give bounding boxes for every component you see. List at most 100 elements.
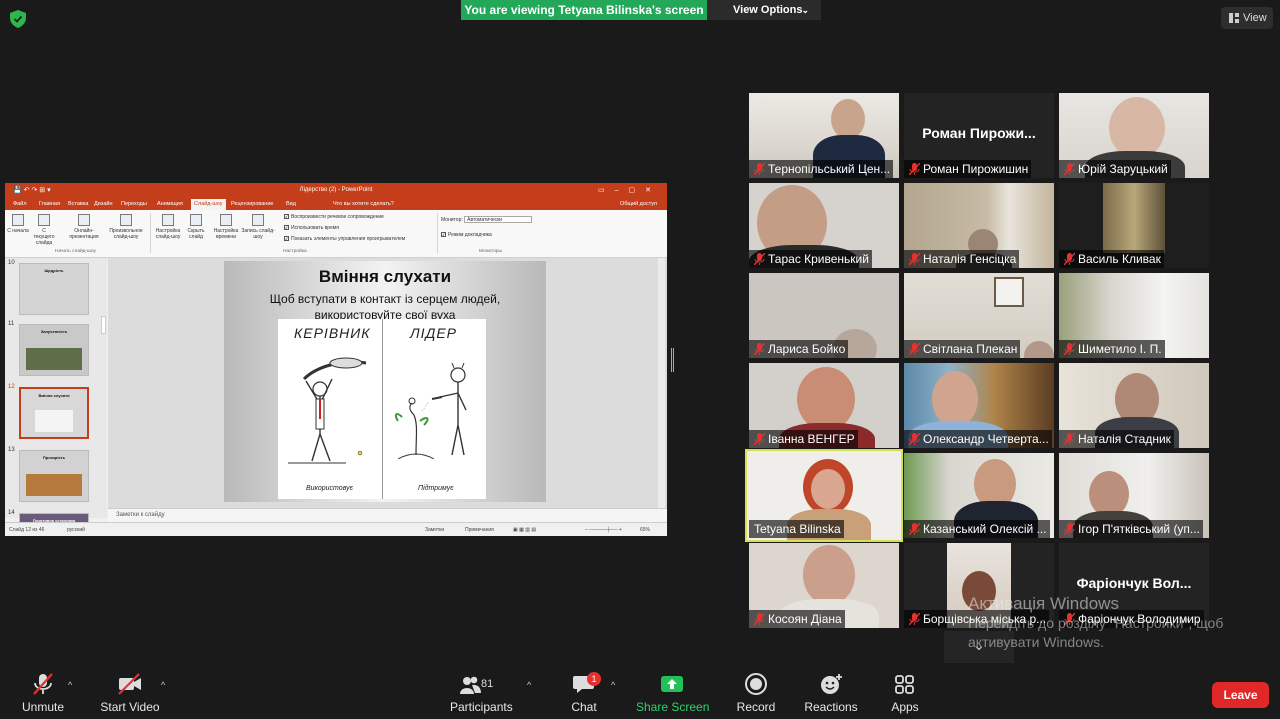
mic-muted-icon [1064, 523, 1075, 535]
rehearse-timings-button[interactable]: Настройка времени [211, 214, 241, 240]
participant-name-label: Тарас Кривенький [749, 250, 872, 268]
slide-thumbnails-pane[interactable]: 10 Щедрість 11 Залученність 12 Вміння сл… [5, 258, 107, 536]
current-slide[interactable]: Вміння слухати Щоб вступати в контакт із… [224, 261, 546, 502]
slide-notes-field[interactable]: Заметки к слайду [108, 508, 667, 522]
participant-tile[interactable]: Лариса Бойко [749, 273, 899, 358]
participant-tile[interactable]: Казанський Олексій ... [904, 453, 1054, 538]
mic-muted-icon [1064, 163, 1075, 175]
zoom-level[interactable]: 65% [640, 527, 650, 533]
participant-name-label: Наталія Стадник [1059, 430, 1174, 448]
thumbnail-scrollbar[interactable] [101, 316, 106, 334]
participant-name-label: Василь Кливак [1059, 250, 1164, 268]
tab-review[interactable]: Рецензирование [231, 201, 273, 207]
use-timings-checkbox[interactable]: ✓ Использовать время [284, 225, 339, 231]
setup-show-button[interactable]: Настройка слайд-шоу [153, 214, 183, 240]
participant-name-placeholder: Роман Пирожи... [922, 125, 1036, 141]
presenter-view-checkbox[interactable]: ✓ Режим докладчика [441, 232, 492, 238]
boss-caption: Використовує [306, 485, 354, 492]
leave-meeting-button[interactable]: Leave [1212, 682, 1269, 708]
ppt-ribbon-tabs: Файл Главная Вставка Дизайн Переходы Ани… [5, 198, 667, 210]
mic-muted-icon [33, 673, 53, 695]
windows-activation-title: Активація Windows [968, 594, 1119, 613]
tab-file[interactable]: Файл [13, 201, 27, 207]
participant-tile[interactable]: Тернопільський Цен... [749, 93, 899, 178]
participant-tile-active-speaker[interactable]: Tetyana Bilinska [745, 449, 903, 542]
security-shield-icon[interactable] [10, 10, 26, 28]
view-button[interactable]: View [1221, 7, 1273, 29]
panel-splitter[interactable] [671, 348, 674, 372]
shared-screen-powerpoint[interactable]: 💾 ↶ ↷ ⊞ ▾ Лідерство (2) - PowerPoint ▭–▢… [5, 183, 667, 536]
custom-show-button[interactable]: Произвольное слайд-шоу [107, 214, 145, 240]
participant-name-label: Олександр Четверта... [904, 430, 1052, 448]
participant-name-placeholder: Фаріончук Вол... [1076, 575, 1192, 591]
record-button[interactable]: Record [734, 672, 778, 714]
hide-slide-button[interactable]: Скрыть слайд [183, 214, 209, 240]
online-present-button[interactable]: Онлайн-презентация [67, 214, 101, 240]
slide-thumbnail-selected[interactable]: 12 Вміння слухати [7, 384, 102, 444]
share-screen-button[interactable]: Share Screen [636, 672, 709, 714]
slide-thumbnail[interactable]: 10 Щедрість [7, 260, 102, 320]
participant-name-label: Казанський Олексій ... [904, 520, 1050, 538]
unmute-button[interactable]: Unmute [18, 672, 68, 714]
slide-vertical-scrollbar[interactable] [658, 258, 665, 508]
show-controls-checkbox[interactable]: ✓ Показать элементы управления проигрыват… [284, 236, 405, 242]
mic-muted-icon [754, 163, 765, 175]
mic-muted-icon [909, 613, 920, 625]
record-label: Record [736, 700, 776, 714]
comments-toggle[interactable]: Примечания [465, 527, 494, 533]
tab-design[interactable]: Дизайн [94, 201, 113, 207]
ppt-share-button[interactable]: Общий доступ [620, 201, 657, 207]
view-options-button[interactable]: View Options ⌄ [707, 0, 821, 20]
reactions-button[interactable]: Reactions [804, 672, 858, 714]
apps-icon [895, 675, 914, 694]
unmute-label: Unmute [21, 700, 65, 714]
language-indicator: русский [67, 527, 85, 533]
mic-muted-icon [909, 343, 920, 355]
window-controls[interactable]: ▭–▢✕ [598, 183, 661, 198]
video-options-caret-icon[interactable]: ^ [161, 680, 165, 690]
participant-name-label: Косоян Діана [749, 610, 845, 628]
from-current-button[interactable]: С текущего слайда [31, 214, 57, 246]
participant-tile[interactable]: Ігор П'ятківський (уп... [1059, 453, 1209, 538]
tab-transitions[interactable]: Переходы [121, 201, 147, 207]
tab-view[interactable]: Вид [286, 201, 296, 207]
ppt-doc-title: Лідерство (2) - PowerPoint [299, 187, 373, 193]
participant-tile[interactable]: Наталія Стадник [1059, 363, 1209, 448]
tell-me-search[interactable]: Что вы хотите сделать? [333, 201, 394, 207]
monitor-select[interactable]: Монитор: Автоматически [441, 216, 533, 223]
narration-checkbox[interactable]: ✓ Воспроизвести речевое сопровождение [284, 214, 384, 220]
tab-insert[interactable]: Вставка [68, 201, 88, 207]
participant-tile[interactable]: Василь Кливак [1059, 183, 1209, 268]
participant-tile[interactable]: Шиметило І. П. [1059, 273, 1209, 358]
participant-tile[interactable]: Косоян Діана [749, 543, 899, 628]
slide-counter: Слайд 12 из 46 [9, 527, 45, 533]
participant-tile[interactable]: Роман Пирожи... Роман Пирожишин [904, 93, 1054, 178]
participant-tile[interactable]: Світлана Плекан [904, 273, 1054, 358]
participant-tile[interactable]: Олександр Четверта... [904, 363, 1054, 448]
slide-illustration: КЕРІВНИК ЛІДЕР Використовує Підтримує [278, 319, 486, 499]
zoom-slider[interactable]: – ─────┼── + [585, 527, 622, 533]
participant-name-label: Наталія Генсіцка [904, 250, 1020, 268]
record-show-button[interactable]: Запись слайд-шоу [241, 214, 275, 240]
apps-button[interactable]: Apps [885, 672, 925, 714]
start-video-button[interactable]: Start Video [100, 672, 160, 714]
participant-tile[interactable]: Тарас Кривенький [749, 183, 899, 268]
mic-muted-icon [754, 253, 765, 265]
audio-options-caret-icon[interactable]: ^ [68, 680, 72, 690]
participants-button[interactable]: 81 Participants [450, 672, 513, 714]
leader-figure-illustration [394, 362, 467, 460]
notes-toggle[interactable]: Заметки [425, 527, 444, 533]
slide-thumbnail[interactable]: 13 Прозорість [7, 447, 102, 507]
participant-tile[interactable]: Наталія Генсіцка [904, 183, 1054, 268]
tab-animations[interactable]: Анимация [157, 201, 183, 207]
tab-home[interactable]: Главная [39, 201, 60, 207]
participant-tile[interactable]: Іванна ВЕНГЕР [749, 363, 899, 448]
participant-tile[interactable]: Юрій Заруцький [1059, 93, 1209, 178]
chat-options-caret-icon[interactable]: ^ [611, 680, 615, 690]
slide-editing-area[interactable]: Вміння слухати Щоб вступати в контакт із… [108, 258, 667, 508]
from-beginning-button[interactable]: С начала [5, 214, 31, 234]
view-buttons[interactable]: ▣ ▦ ▥ ▤ [513, 527, 536, 533]
participants-options-caret-icon[interactable]: ^ [527, 680, 531, 690]
tab-slideshow[interactable]: Слайд-шоу [191, 199, 226, 210]
slide-thumbnail[interactable]: 11 Залученність [7, 321, 102, 381]
